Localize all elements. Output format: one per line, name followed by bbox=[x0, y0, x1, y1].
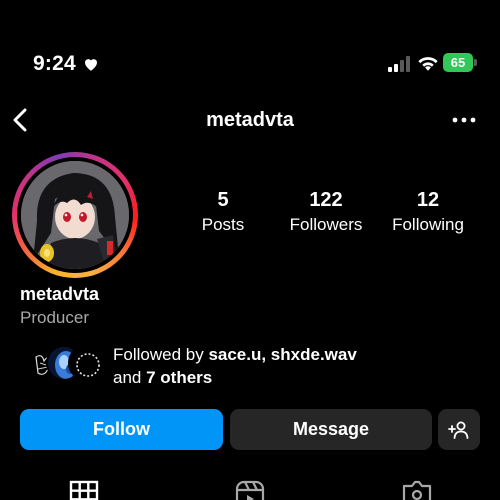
stat-following[interactable]: 12 Following bbox=[385, 189, 471, 236]
battery-level: 65 bbox=[443, 53, 473, 72]
following-count: 12 bbox=[416, 189, 440, 211]
following-label: Following bbox=[392, 215, 464, 234]
reels-icon[interactable] bbox=[235, 480, 265, 500]
posts-count: 5 bbox=[217, 189, 229, 211]
add-person-icon bbox=[448, 421, 469, 439]
posts-label: Posts bbox=[201, 215, 245, 234]
mutual-usernames[interactable]: sace.u, shxde.wav bbox=[208, 345, 356, 364]
message-button[interactable]: Message bbox=[230, 409, 432, 450]
battery-icon: 65 bbox=[443, 53, 477, 72]
more-options-icon[interactable] bbox=[450, 112, 478, 128]
others-count[interactable]: 7 others bbox=[146, 368, 212, 387]
stat-posts[interactable]: 5 Posts bbox=[193, 189, 253, 236]
profile-name: metadvta bbox=[20, 284, 100, 304]
followers-count: 122 bbox=[309, 189, 343, 211]
suggested-users-button[interactable] bbox=[438, 409, 480, 450]
stat-followers[interactable]: 122 Followers bbox=[280, 189, 372, 236]
mutual-followers-avatars[interactable] bbox=[24, 345, 104, 385]
avatar-story-ring[interactable] bbox=[12, 152, 138, 278]
cellular-signal-icon bbox=[388, 56, 410, 72]
tagged-icon[interactable] bbox=[402, 480, 432, 500]
followers-label: Followers bbox=[289, 215, 363, 234]
profile-category: Producer bbox=[20, 308, 89, 327]
page-title: metadvta bbox=[206, 109, 294, 131]
wifi-icon bbox=[418, 57, 438, 71]
heart-icon bbox=[85, 59, 97, 71]
grid-icon[interactable] bbox=[69, 480, 99, 500]
status-time: 9:24 bbox=[33, 52, 76, 75]
avatar[interactable] bbox=[21, 161, 129, 269]
follow-button[interactable]: Follow bbox=[20, 409, 223, 450]
mutual-avatar bbox=[68, 345, 104, 381]
followed-by-text[interactable]: Followed by sace.u, shxde.wav and 7 othe… bbox=[113, 343, 453, 389]
